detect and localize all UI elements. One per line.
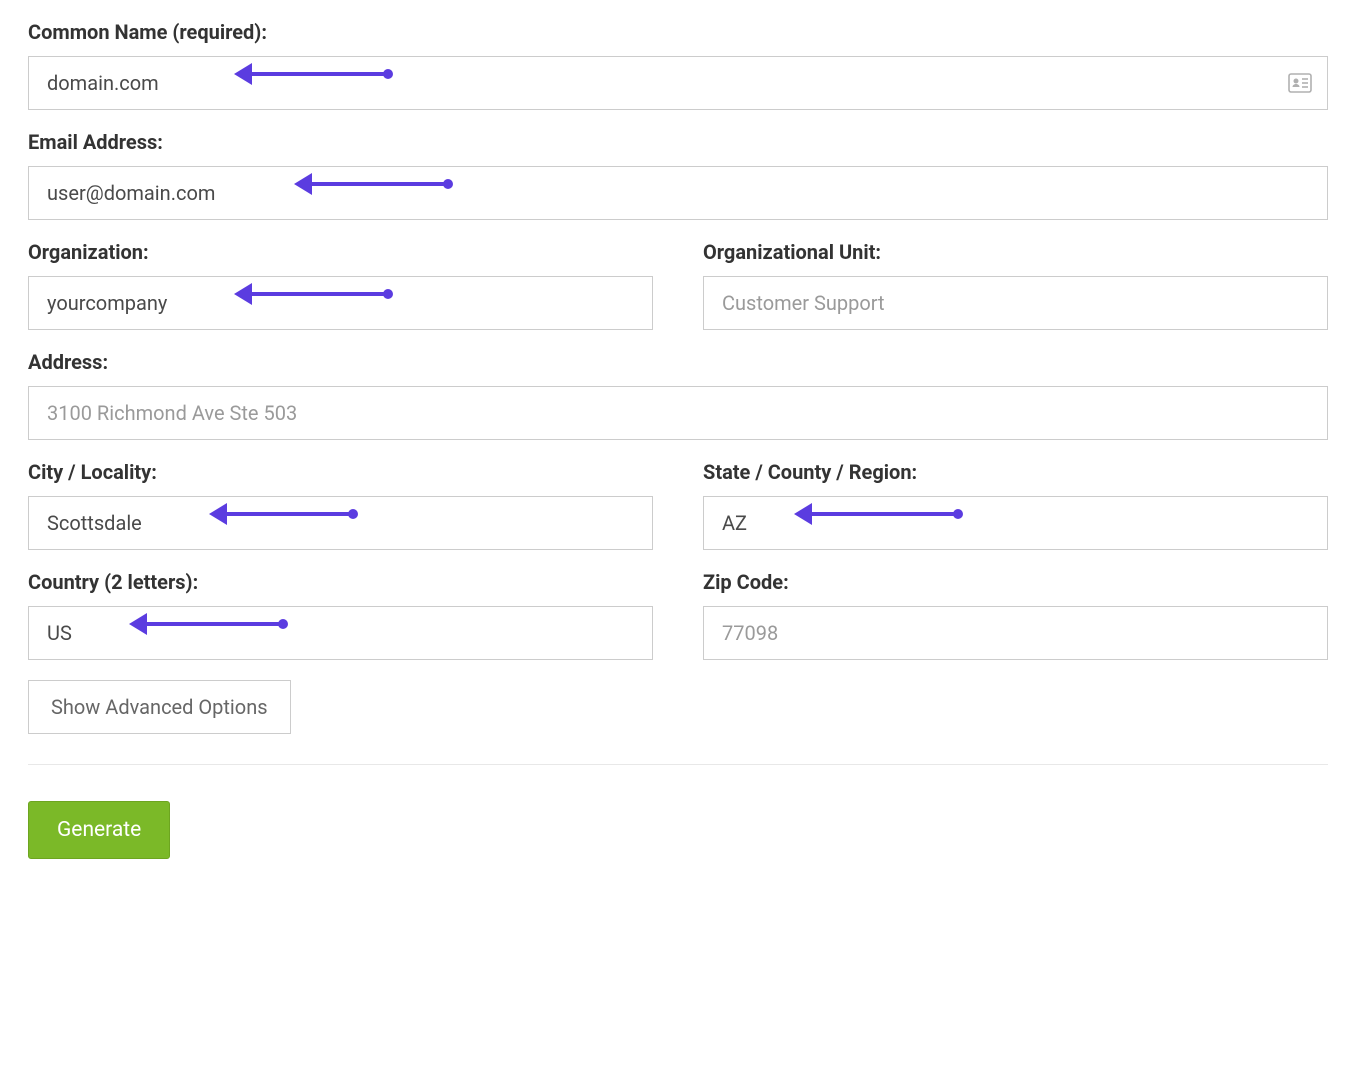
organizational-unit-input[interactable] <box>703 276 1328 330</box>
organization-group: Organization: <box>28 240 653 330</box>
show-advanced-button[interactable]: Show Advanced Options <box>28 680 291 734</box>
zip-label: Zip Code: <box>703 570 1328 594</box>
common-name-input[interactable] <box>28 56 1328 110</box>
common-name-group: Common Name (required): <box>28 20 1328 110</box>
state-group: State / County / Region: <box>703 460 1328 550</box>
divider <box>28 764 1328 765</box>
state-input[interactable] <box>703 496 1328 550</box>
common-name-input-wrapper <box>28 56 1328 110</box>
organization-input[interactable] <box>28 276 653 330</box>
email-input[interactable] <box>28 166 1328 220</box>
state-label: State / County / Region: <box>703 460 1328 484</box>
organization-label: Organization: <box>28 240 653 264</box>
organizational-unit-group: Organizational Unit: <box>703 240 1328 330</box>
city-label: City / Locality: <box>28 460 653 484</box>
address-input[interactable] <box>28 386 1328 440</box>
zip-group: Zip Code: <box>703 570 1328 660</box>
csr-form: Common Name (required): Em <box>28 20 1328 859</box>
generate-button[interactable]: Generate <box>28 801 170 859</box>
common-name-label: Common Name (required): <box>28 20 1328 44</box>
country-group: Country (2 letters): <box>28 570 653 660</box>
email-label: Email Address: <box>28 130 1328 154</box>
address-label: Address: <box>28 350 1328 374</box>
country-input[interactable] <box>28 606 653 660</box>
address-group: Address: <box>28 350 1328 440</box>
advanced-group: Show Advanced Options <box>28 680 1328 734</box>
city-group: City / Locality: <box>28 460 653 550</box>
organizational-unit-label: Organizational Unit: <box>703 240 1328 264</box>
country-label: Country (2 letters): <box>28 570 653 594</box>
zip-input[interactable] <box>703 606 1328 660</box>
email-group: Email Address: <box>28 130 1328 220</box>
city-input[interactable] <box>28 496 653 550</box>
